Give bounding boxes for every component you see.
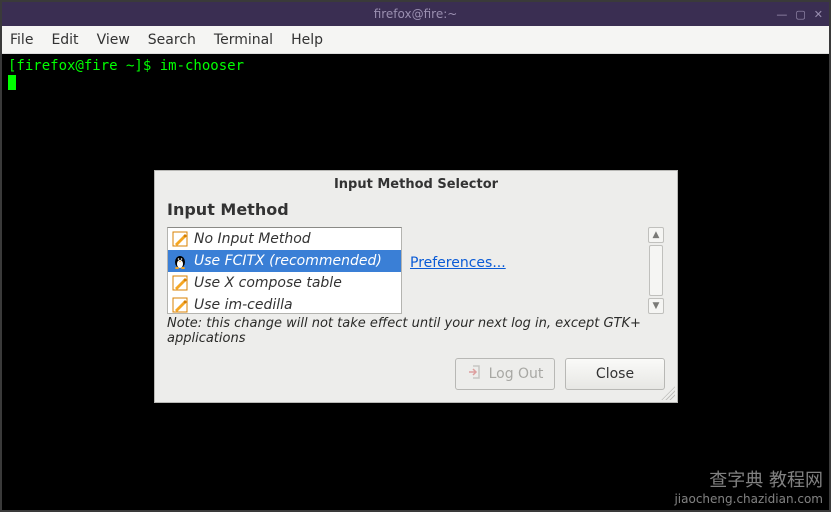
- list-scrollbar: ▲ ▼: [647, 227, 665, 314]
- watermark-line2: jiaocheng.chazidian.com: [674, 492, 823, 506]
- list-item[interactable]: Use im-cedilla: [168, 294, 401, 314]
- minimize-button[interactable]: —: [776, 8, 787, 21]
- scroll-up-button[interactable]: ▲: [648, 227, 664, 243]
- dialog-title: Input Method Selector: [155, 171, 677, 198]
- menu-edit[interactable]: Edit: [51, 32, 78, 48]
- input-method-list: No Input Method Use FCITX (recommended) …: [167, 227, 402, 314]
- list-item[interactable]: Use X compose table: [168, 272, 401, 294]
- dialog-button-row: Log Out Close: [155, 346, 677, 402]
- list-item-label: Use im-cedilla: [194, 297, 293, 313]
- close-button-label: Close: [596, 366, 634, 382]
- menubar: File Edit View Search Terminal Help: [2, 26, 829, 54]
- menu-view[interactable]: View: [97, 32, 130, 48]
- close-window-button[interactable]: ✕: [814, 8, 823, 21]
- im-selector-dialog: Input Method Selector Input Method No In…: [154, 170, 678, 403]
- logout-button: Log Out: [455, 358, 555, 390]
- shell-prompt: [firefox@fire ~]$: [8, 58, 160, 74]
- scroll-thumb[interactable]: [649, 245, 663, 296]
- close-button[interactable]: Close: [565, 358, 665, 390]
- shell-command: im-chooser: [160, 58, 244, 74]
- pencil-icon: [172, 275, 188, 291]
- list-item[interactable]: No Input Method: [168, 228, 401, 250]
- note-text: Note: this change will not take effect u…: [167, 316, 665, 346]
- window-titlebar: firefox@fire:~ — ▢ ✕: [2, 2, 829, 26]
- menu-search[interactable]: Search: [148, 32, 196, 48]
- list-item[interactable]: Use FCITX (recommended): [168, 250, 401, 272]
- pencil-icon: [172, 297, 188, 313]
- window-title: firefox@fire:~: [374, 7, 458, 21]
- penguin-icon: [172, 253, 188, 269]
- resize-grip[interactable]: [661, 386, 675, 400]
- preferences-link[interactable]: Preferences...: [410, 255, 506, 271]
- section-title: Input Method: [155, 198, 677, 227]
- watermark-line1: 查字典 教程网: [674, 470, 823, 492]
- scroll-down-button[interactable]: ▼: [648, 298, 664, 314]
- list-item-label: Use X compose table: [194, 275, 342, 291]
- menu-terminal[interactable]: Terminal: [214, 32, 273, 48]
- pencil-icon: [172, 231, 188, 247]
- menu-file[interactable]: File: [10, 32, 33, 48]
- window-controls: — ▢ ✕: [776, 8, 823, 21]
- terminal-cursor: [8, 75, 16, 90]
- watermark: 查字典 教程网 jiaocheng.chazidian.com: [674, 470, 823, 506]
- menu-help[interactable]: Help: [291, 32, 323, 48]
- list-item-label: No Input Method: [194, 231, 311, 247]
- list-item-label: Use FCITX (recommended): [194, 253, 382, 269]
- logout-icon: [467, 364, 483, 384]
- maximize-button[interactable]: ▢: [795, 8, 805, 21]
- logout-button-label: Log Out: [489, 366, 544, 382]
